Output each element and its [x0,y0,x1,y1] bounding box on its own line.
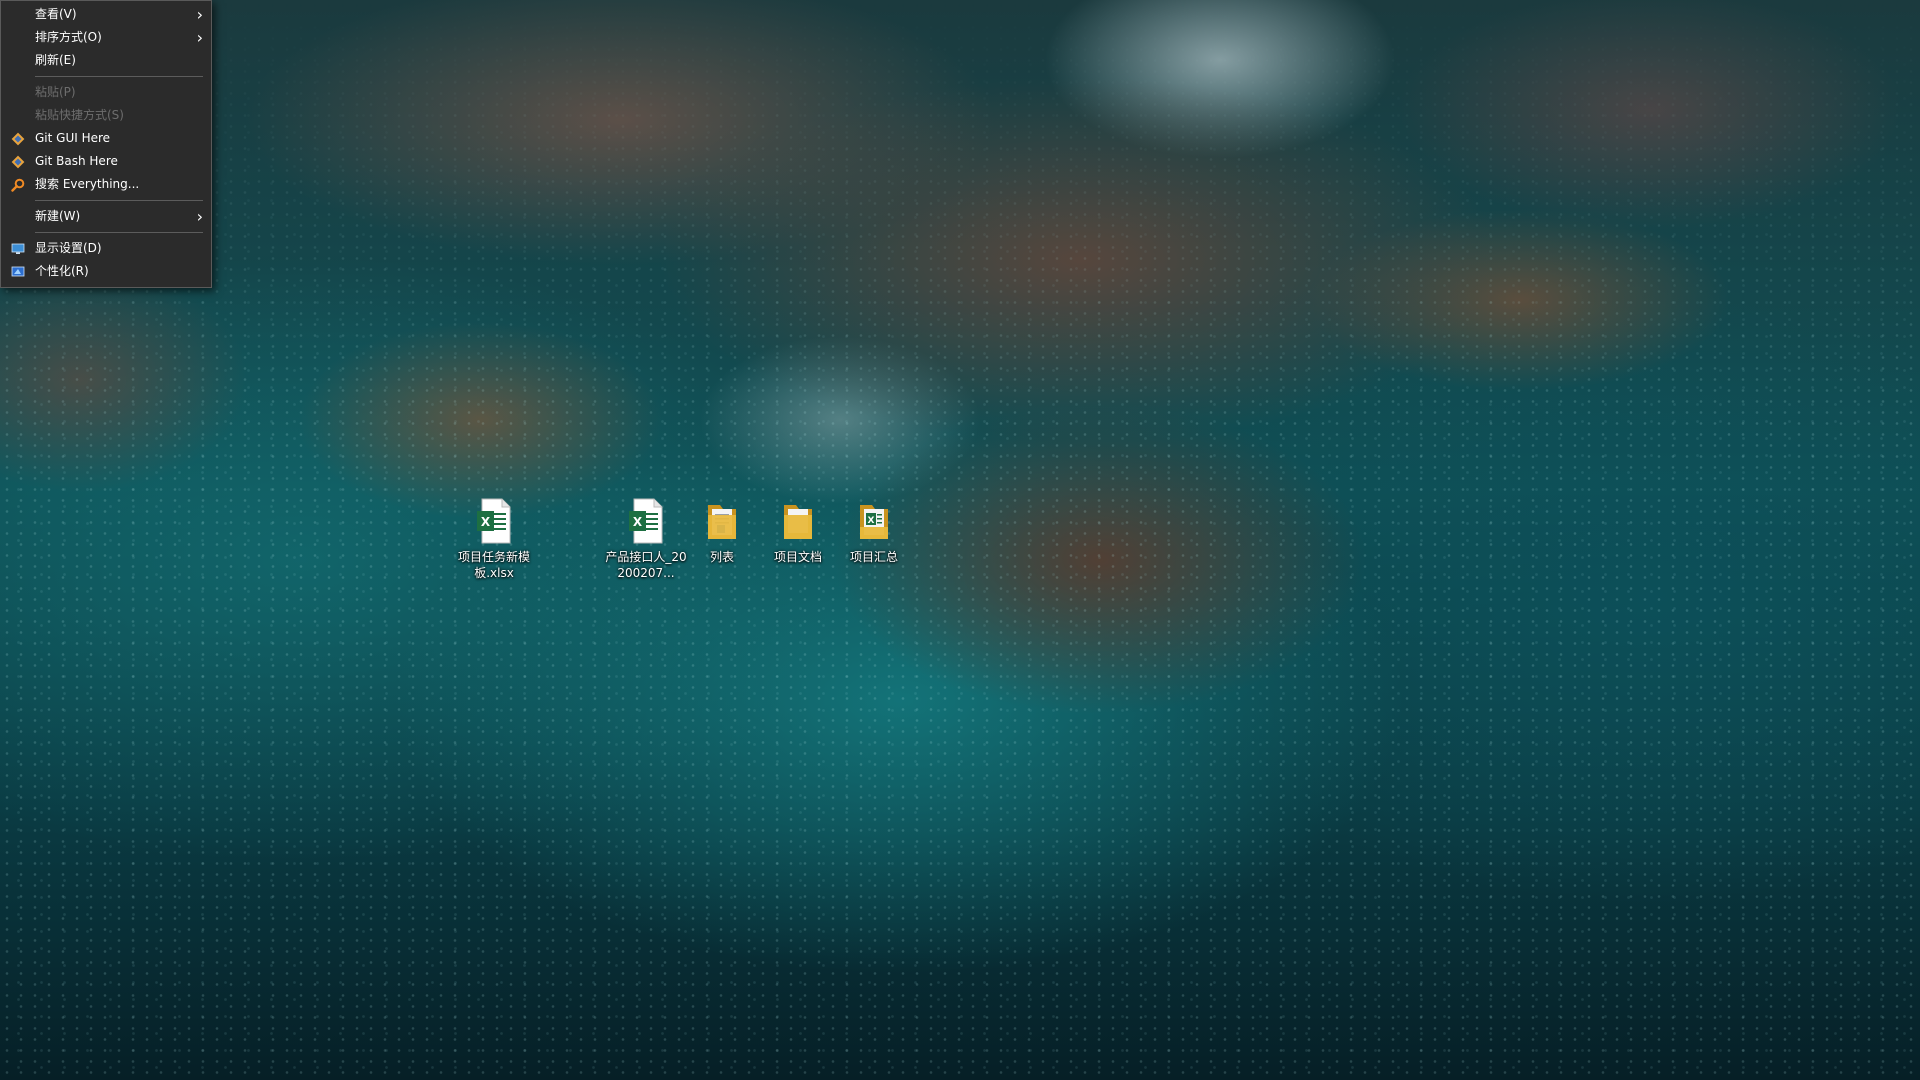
menu-separator [35,200,203,201]
menu-separator [35,232,203,233]
desktop-context-menu: 查看(V) › 排序方式(O) › 刷新(E) 粘贴(P) 粘贴快捷方式(S) … [0,0,212,288]
wallpaper-water-texture [0,0,1920,1080]
folder-icon [708,505,736,539]
menu-item-display-settings[interactable]: 显示设置(D) [1,237,211,260]
folder-icon [784,505,812,539]
desktop-icon-project-docs-folder[interactable]: 项目文档 [755,497,841,565]
menu-item-paste[interactable]: 粘贴(P) [1,81,211,104]
desktop-icon-label: 项目汇总 [849,550,898,564]
chevron-right-icon: › [196,28,203,47]
menu-item-label: 新建(W) [35,209,81,223]
menu-item-paste-shortcut[interactable]: 粘贴快捷方式(S) [1,104,211,127]
display-icon [11,243,25,254]
personalize-icon [11,266,25,277]
menu-item-search-everything[interactable]: 搜索 Everything... [1,173,211,196]
menu-item-label: Git Bash Here [35,154,118,168]
excel-file-icon: X [477,498,511,544]
menu-item-label: 排序方式(O) [35,30,102,44]
excel-file-icon: X [629,498,663,544]
desktop-icon-product-contacts[interactable]: X 产品接口人_20200207... [603,497,689,581]
svg-text:X: X [868,516,875,526]
desktop-wallpaper [0,0,1920,1080]
magnifier-icon [11,178,25,192]
menu-item-label: 显示设置(D) [35,241,102,255]
menu-item-new[interactable]: 新建(W) › [1,205,211,228]
menu-item-git-bash[interactable]: Git Bash Here [1,150,211,173]
menu-item-label: 粘贴快捷方式(S) [35,108,124,122]
menu-item-refresh[interactable]: 刷新(E) [1,49,211,72]
chevron-right-icon: › [196,5,203,24]
git-icon [11,132,25,146]
desktop-icon-label: 产品接口人_20200207... [605,550,687,580]
desktop-icon-label: 项目文档 [773,550,822,564]
desktop-icon-label: 列表 [709,550,734,564]
menu-item-label: 个性化(R) [35,264,89,278]
menu-item-label: 粘贴(P) [35,85,76,99]
menu-item-label: 搜索 Everything... [35,177,140,191]
folder-excel-icon: X [860,505,888,539]
menu-item-git-gui[interactable]: Git GUI Here [1,127,211,150]
menu-item-sort-by[interactable]: 排序方式(O) › [1,26,211,49]
git-icon [11,155,25,169]
desktop-icon-project-task-template[interactable]: X 项目任务新模板.xlsx [451,497,537,581]
menu-item-personalize[interactable]: 个性化(R) [1,260,211,283]
desktop-icon-project-summary-folder[interactable]: X 项目汇总 [831,497,917,565]
menu-item-view[interactable]: 查看(V) › [1,3,211,26]
menu-item-label: 刷新(E) [35,53,76,67]
menu-item-label: 查看(V) [35,7,77,21]
desktop-icon-list-folder[interactable]: 列表 [679,497,765,565]
svg-text:X: X [481,515,491,529]
chevron-right-icon: › [196,207,203,226]
menu-separator [35,76,203,77]
desktop-icon-label: 项目任务新模板.xlsx [457,550,530,580]
menu-item-label: Git GUI Here [35,131,111,145]
svg-text:X: X [633,515,643,529]
